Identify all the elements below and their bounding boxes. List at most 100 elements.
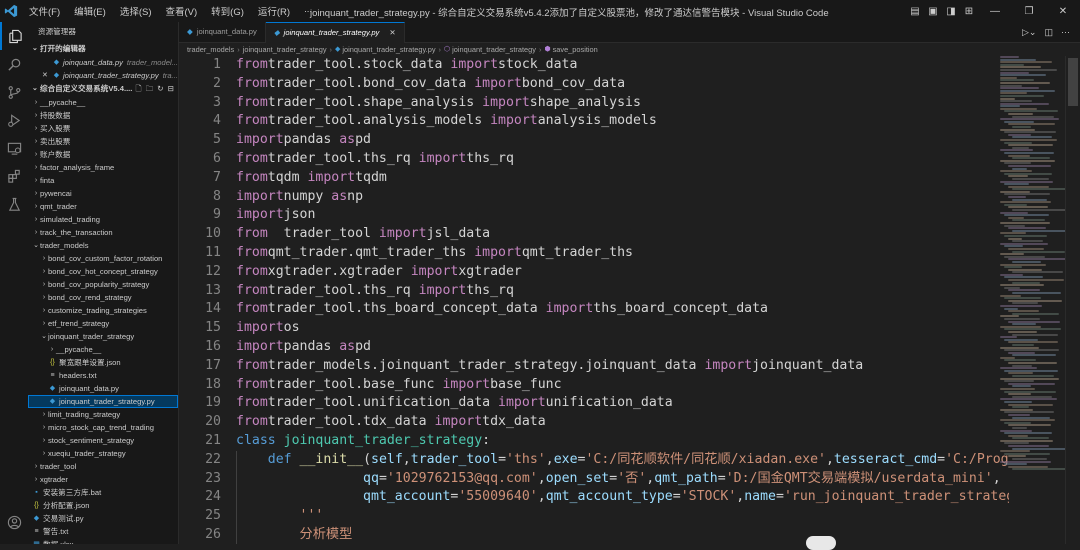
tree-folder[interactable]: › xueqiu_trader_strategy [28, 447, 178, 460]
tree-item-label: customize_trading_strategies [48, 306, 147, 315]
menu-item[interactable]: 选择(S) [113, 4, 159, 18]
tree-file[interactable]: ▪ 安装第三方库.bat [28, 486, 178, 499]
tree-folder[interactable]: › 买入股票 [28, 122, 178, 135]
line-content: fromtrader_tool.stock_data importstock_d… [236, 56, 577, 75]
minimap[interactable] [1000, 56, 1066, 544]
menu-item[interactable]: 文件(F) [22, 4, 67, 18]
code-line: 14 fromtrader_tool.ths_board_concept_data… [179, 300, 1009, 319]
breadcrumb-item[interactable]: trader_models [187, 43, 234, 57]
json-file-icon: {} [34, 502, 39, 509]
tree-folder[interactable]: › micro_stock_cap_trend_trading [28, 421, 178, 434]
tree-folder[interactable]: › 账户数据 [28, 148, 178, 161]
menu-item[interactable]: 编辑(E) [67, 4, 113, 18]
code-line: 10 from trader_tool importjsl_data [179, 225, 1009, 244]
minimap-line [1008, 330, 1037, 333]
close-window-button[interactable]: ✕ [1046, 6, 1080, 17]
breadcrumb-item[interactable]: joinquant_trader_strategy [452, 43, 536, 57]
line-content: fromqmt_trader.qmt_trader_ths importqmt_… [236, 244, 633, 263]
tree-folder[interactable]: › stock_sentiment_strategy [28, 434, 178, 447]
tree-file[interactable]: ◆ joinquant_trader_strategy.py [28, 395, 178, 408]
minimap-line [1000, 68, 1058, 71]
tree-folder[interactable]: › customize_trading_strategies [28, 304, 178, 317]
toggle-panel-icon[interactable]: ▣ [924, 6, 942, 17]
search-icon[interactable] [0, 50, 28, 78]
vertical-scrollbar[interactable] [1065, 56, 1080, 544]
tree-folder[interactable]: › bond_cov_hot_concept_strategy [28, 265, 178, 278]
code-token: exe [553, 451, 578, 467]
code-token: from [236, 169, 268, 185]
tree-folder[interactable]: › bond_cov_custom_factor_rotation [28, 252, 178, 265]
tree-folder[interactable]: › bond_cov_popularity_strategy [28, 278, 178, 291]
close-icon[interactable]: ✕ [42, 69, 52, 82]
tree-folder[interactable]: › trader_tool [28, 460, 178, 473]
tree-item-label: joinquant_trader_strategy [48, 332, 135, 341]
tree-folder[interactable]: ⌄ joinquant_trader_strategy [28, 330, 178, 343]
tree-folder[interactable]: › pywencai [28, 187, 178, 200]
tree-folder[interactable]: › finta [28, 174, 178, 187]
tree-folder[interactable]: › qmt_trader [28, 200, 178, 213]
new-folder-icon[interactable]: 🗀 [146, 82, 154, 96]
tree-file[interactable]: ◆ joinquant_data.py [28, 382, 178, 395]
tree-folder[interactable]: ⌄ trader_models [28, 239, 178, 252]
line-content: fromtrader_tool.bond_cov_data importbond… [236, 75, 625, 94]
toggle-primary-sidebar-icon[interactable]: ▤ [906, 6, 924, 17]
remote-explorer-icon[interactable] [0, 134, 28, 162]
code-token: trader_tool.shape_analysis [267, 94, 483, 110]
tree-file[interactable]: {} 分析配置.json [28, 499, 178, 512]
breadcrumb-item[interactable]: save_position [553, 43, 598, 57]
explorer-icon[interactable] [0, 22, 28, 50]
testing-icon[interactable] [0, 190, 28, 218]
account-icon[interactable] [0, 508, 28, 536]
menu-item[interactable]: 转到(G) [204, 4, 251, 18]
tree-folder[interactable]: › 卖出股票 [28, 135, 178, 148]
tree-file[interactable]: ≡ 警告.txt [28, 525, 178, 538]
tree-folder[interactable]: › bond_cov_rend_strategy [28, 291, 178, 304]
tab-label: joinquant_data.py [196, 27, 257, 36]
split-editor-icon[interactable]: ◫ [1044, 27, 1053, 38]
run-debug-icon[interactable] [0, 106, 28, 134]
customize-layout-icon[interactable]: ⊞ [960, 6, 978, 17]
tree-folder[interactable]: › factor_analysis_frame [28, 161, 178, 174]
tree-file[interactable]: ◆ 交易测试.py [28, 512, 178, 525]
tree-folder[interactable]: › xgtrader [28, 473, 178, 486]
workspace-section[interactable]: ⌄ 综合自定义交易系统V5.4.... 🗋 🗀 ↻ ⊟ [28, 82, 178, 96]
minimize-button[interactable]: — [978, 6, 1012, 17]
new-file-icon[interactable]: 🗋 [136, 82, 142, 96]
tree-file[interactable]: ≡ headers.txt [28, 369, 178, 382]
maximize-button[interactable]: ❐ [1012, 6, 1046, 17]
menu-item[interactable]: 运行(R) [251, 4, 297, 18]
run-python-file-icon[interactable]: ▷⌄ [1022, 27, 1036, 38]
chevron-right-icon: › [42, 268, 46, 275]
tree-folder[interactable]: › track_the_transaction [28, 226, 178, 239]
refresh-icon[interactable]: ↻ [157, 82, 163, 96]
source-control-icon[interactable] [0, 78, 28, 106]
code-line: 15 importos [179, 319, 1009, 338]
tree-folder[interactable]: › etf_trend_strategy [28, 317, 178, 330]
tree-item-label: 安装第三方库.bat [43, 488, 102, 497]
more-actions-icon[interactable]: ··· [1061, 27, 1070, 37]
tree-folder[interactable]: › simulated_trading [28, 213, 178, 226]
tab-active[interactable]: ◆ joinquant_trader_strategy.py ✕ [265, 22, 405, 43]
open-editors-section[interactable]: ⌄ 打开的编辑器 [28, 42, 178, 56]
tree-folder[interactable]: › 持股数据 [28, 109, 178, 122]
tree-file[interactable]: {} 聚宽跟单设置.json [28, 356, 178, 369]
tree-folder[interactable]: › limit_trading_strategy [28, 408, 178, 421]
breadcrumb-item[interactable]: joinquant_trader_strategy.py [342, 43, 435, 57]
code-token: class [236, 432, 276, 448]
open-editor-item[interactable]: ✕ ◆ joinquant_trader_strategy.py tra... [28, 69, 178, 82]
open-editor-item[interactable]: ◆ joinquant_data.py trader_model... [28, 56, 178, 69]
code-editor[interactable]: 1 fromtrader_tool.stock_data importstock_… [179, 56, 1009, 544]
extensions-icon[interactable] [0, 162, 28, 190]
breadcrumb-item[interactable]: joinquant_trader_strategy [243, 43, 327, 57]
code-token: from [236, 395, 268, 411]
tree-file[interactable]: ▦数据.xlsx [28, 538, 178, 544]
collapse-all-icon[interactable]: ⊟ [168, 82, 174, 96]
tab[interactable]: ◆ joinquant_data.py [179, 22, 266, 42]
toggle-secondary-sidebar-icon[interactable]: ◨ [942, 6, 960, 17]
scrollbar-thumb[interactable] [1068, 58, 1078, 106]
tree-folder[interactable]: › __pycache__ [28, 343, 178, 356]
menu-item[interactable]: 查看(V) [158, 4, 204, 18]
close-tab-icon[interactable]: ✕ [389, 23, 395, 43]
tree-folder[interactable]: › __pycache__ [28, 96, 178, 109]
